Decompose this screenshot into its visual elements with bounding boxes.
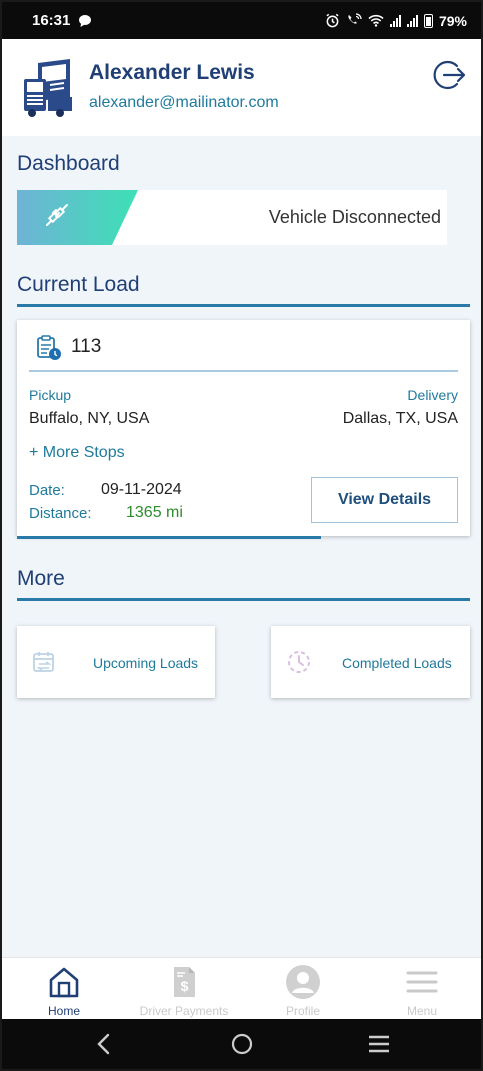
svg-text:$: $ <box>181 978 189 994</box>
date-label: Date: <box>29 482 65 499</box>
upcoming-loads-label: Upcoming Loads <box>93 655 199 671</box>
distance-value: 1365 mi <box>126 504 183 521</box>
profile-icon <box>286 965 320 999</box>
more-title: More <box>17 567 65 590</box>
more-divider <box>17 598 470 601</box>
current-load-title: Current Load <box>17 273 140 296</box>
signal-1-icon <box>389 14 401 27</box>
payment-document-icon: $ <box>174 967 195 997</box>
delivery-value: Dallas, TX, USA <box>342 410 458 427</box>
app-frame: 16:31 79% Alexander Lewis alexander@mail… <box>0 0 483 1071</box>
completed-loads-tile[interactable]: Completed Loads <box>271 626 470 698</box>
nav-home[interactable]: Home <box>4 958 124 1020</box>
nav-profile-label: Profile <box>285 1004 320 1018</box>
wifi-call-icon <box>348 13 362 24</box>
current-load-divider <box>17 304 470 307</box>
dashboard-title: Dashboard <box>17 152 120 175</box>
pickup-label: Pickup <box>29 387 72 403</box>
home-icon <box>49 967 79 998</box>
load-number: 113 <box>71 336 102 357</box>
history-clock-icon <box>288 651 310 673</box>
status-bar: 16:31 79% <box>2 2 481 39</box>
nav-menu-label: Menu <box>406 1004 438 1018</box>
hamburger-menu-icon <box>406 971 438 993</box>
user-name: Alexander Lewis <box>89 61 255 84</box>
upcoming-loads-tile[interactable]: Upcoming Loads <box>17 626 215 698</box>
nav-home-label: Home <box>47 1004 80 1018</box>
bottom-navigation: Home $ Driver Payments Profile Menu <box>2 957 481 1019</box>
nav-driver-payments[interactable]: $ Driver Payments <box>124 958 244 1020</box>
truck-avatar-icon <box>22 59 74 117</box>
pickup-value: Buffalo, NY, USA <box>29 410 150 427</box>
chat-notification-icon <box>79 14 92 27</box>
signal-2-icon <box>406 14 418 27</box>
distance-label: Distance: <box>29 505 92 522</box>
current-load-card[interactable]: 113 Pickup Buffalo, NY, USA Delivery Dal… <box>17 320 470 539</box>
view-details-button[interactable]: View Details <box>311 477 458 523</box>
vehicle-status-banner: Vehicle Disconnected <box>17 190 447 245</box>
wifi-icon <box>368 14 384 27</box>
nav-menu[interactable]: Menu <box>362 958 481 1020</box>
system-navigation-bar <box>2 1019 481 1069</box>
card-divider <box>29 370 458 372</box>
delivery-label: Delivery <box>407 387 458 403</box>
vehicle-status-text: Vehicle Disconnected <box>268 207 441 227</box>
profile-header: Alexander Lewis alexander@mailinator.com <box>2 39 481 136</box>
completed-loads-label: Completed Loads <box>342 655 452 671</box>
recents-icon[interactable] <box>364 1031 394 1057</box>
back-icon[interactable] <box>89 1031 119 1057</box>
nav-driver-payments-label: Driver Payments <box>139 1004 229 1018</box>
status-time: 16:31 <box>32 12 71 29</box>
calendar-swap-icon <box>33 652 54 672</box>
home-circle-icon[interactable] <box>227 1031 257 1057</box>
logout-icon[interactable] <box>431 57 467 93</box>
status-right: 79% <box>325 13 467 29</box>
nav-profile[interactable]: Profile <box>243 958 363 1020</box>
alarm-icon <box>326 13 339 28</box>
load-progress-bar <box>17 536 321 539</box>
user-email: alexander@mailinator.com <box>89 94 279 111</box>
battery-icon <box>423 13 433 28</box>
more-stops-link[interactable]: + More Stops <box>29 444 125 462</box>
vehicle-banner-gradient <box>17 190 138 245</box>
date-value: 09-11-2024 <box>101 481 182 498</box>
load-clipboard-icon <box>37 335 61 360</box>
battery-level: 79% <box>438 12 467 29</box>
